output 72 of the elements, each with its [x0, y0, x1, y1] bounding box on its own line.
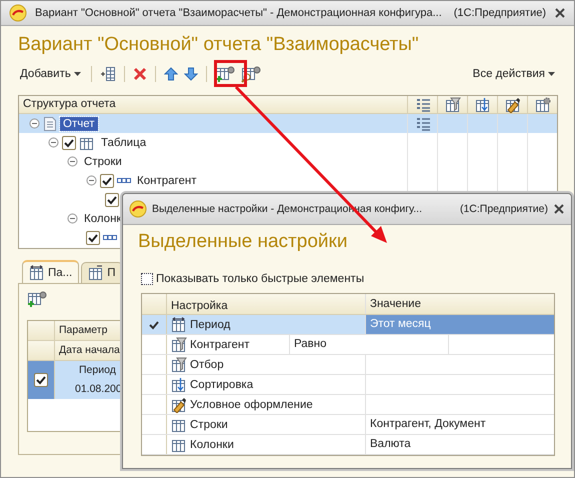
table-cell-text: Контрагент, Документ — [369, 417, 487, 432]
column-header: Значение — [369, 297, 422, 312]
sort-icon — [171, 376, 187, 392]
field-icon — [117, 176, 131, 184]
delete-icon[interactable] — [132, 67, 147, 81]
close-icon[interactable] — [553, 203, 565, 215]
column-header: Настройка — [167, 294, 366, 314]
insert-icon[interactable] — [100, 66, 116, 82]
caret-icon — [548, 72, 555, 76]
highlight-frame — [214, 60, 247, 87]
table-cell: Строки — [190, 418, 228, 430]
table-cell-text: Период — [78, 363, 117, 378]
add-settings-icon[interactable] — [27, 290, 47, 308]
brush-icon — [171, 396, 187, 412]
table-cell-text: Валюта — [369, 437, 412, 452]
table-cell: Колонки — [190, 438, 234, 450]
table-cell: Этот месяц — [366, 315, 554, 334]
collapse-icon[interactable] — [86, 175, 97, 186]
table-cell: Условное оформление — [190, 398, 313, 410]
tree-item[interactable]: Строки — [81, 154, 125, 168]
tree-item[interactable]: Таблица — [98, 136, 150, 150]
checkbox[interactable] — [34, 373, 48, 387]
table-arrows-icon — [171, 316, 187, 332]
brush-icon — [504, 96, 520, 112]
filter-icon — [171, 356, 187, 372]
caret-icon — [74, 72, 81, 76]
filter-icon — [171, 336, 187, 352]
checkbox[interactable] — [141, 273, 153, 285]
sort-icon — [474, 96, 490, 112]
collapse-icon[interactable] — [67, 213, 78, 224]
tree-item[interactable]: Колонк — [81, 212, 124, 226]
collapse-icon[interactable] — [48, 137, 59, 148]
logo-icon — [9, 4, 27, 22]
document-icon — [43, 116, 57, 132]
table-cell: Период — [190, 318, 230, 330]
checkbox[interactable] — [62, 136, 76, 150]
close-icon[interactable] — [554, 7, 566, 19]
table-arrows-icon — [29, 264, 45, 280]
table-cell: Отбор — [190, 358, 224, 370]
form-heading: Вариант "Основной" отчета "Взаиморасчеты" — [17, 33, 420, 57]
app-name: (1С:Предприятие) — [454, 7, 546, 19]
down-arrow-icon[interactable] — [184, 67, 198, 81]
tab[interactable]: П — [81, 262, 123, 283]
checkbox-label: Показывать только быстрые элементы — [156, 273, 364, 285]
table-cell: Контрагент — [190, 338, 250, 350]
column-header: Дата начала — [58, 343, 121, 358]
settings-search-icon[interactable] — [240, 65, 261, 83]
tab[interactable]: Па... — [22, 260, 80, 283]
logo-icon — [129, 200, 147, 218]
table-cell: Сортировка — [190, 378, 254, 390]
tree-item[interactable]: Контрагент — [134, 174, 200, 188]
checkbox[interactable] — [105, 192, 119, 206]
row-selector[interactable] — [28, 361, 55, 399]
list-icon — [414, 116, 430, 132]
column-header: Параметр — [58, 323, 108, 338]
list-icon — [414, 96, 430, 112]
checkbox[interactable] — [86, 230, 100, 244]
form-heading: Выделенные настройки — [137, 230, 348, 254]
collapse-icon[interactable] — [67, 156, 78, 167]
checkbox[interactable] — [100, 174, 114, 188]
app-name: (1С:Предприятие) — [460, 203, 548, 215]
up-arrow-icon[interactable] — [164, 67, 178, 81]
field-icon — [103, 234, 117, 242]
table-cell: Равно — [290, 335, 449, 354]
window-title: Вариант "Основной" отчета "Взаиморасчеты" - Демонстрационная конфигура... — [35, 7, 443, 19]
add-menu-button[interactable]: Добавить — [18, 64, 83, 84]
collapse-icon[interactable] — [29, 118, 40, 129]
all-actions-menu[interactable]: Все действия — [470, 64, 557, 84]
add-settings-icon[interactable] — [214, 65, 235, 83]
tree-item[interactable]: Отчет — [60, 116, 98, 130]
table-function-icon — [88, 265, 104, 281]
column-header: Структура отчета — [22, 97, 117, 112]
